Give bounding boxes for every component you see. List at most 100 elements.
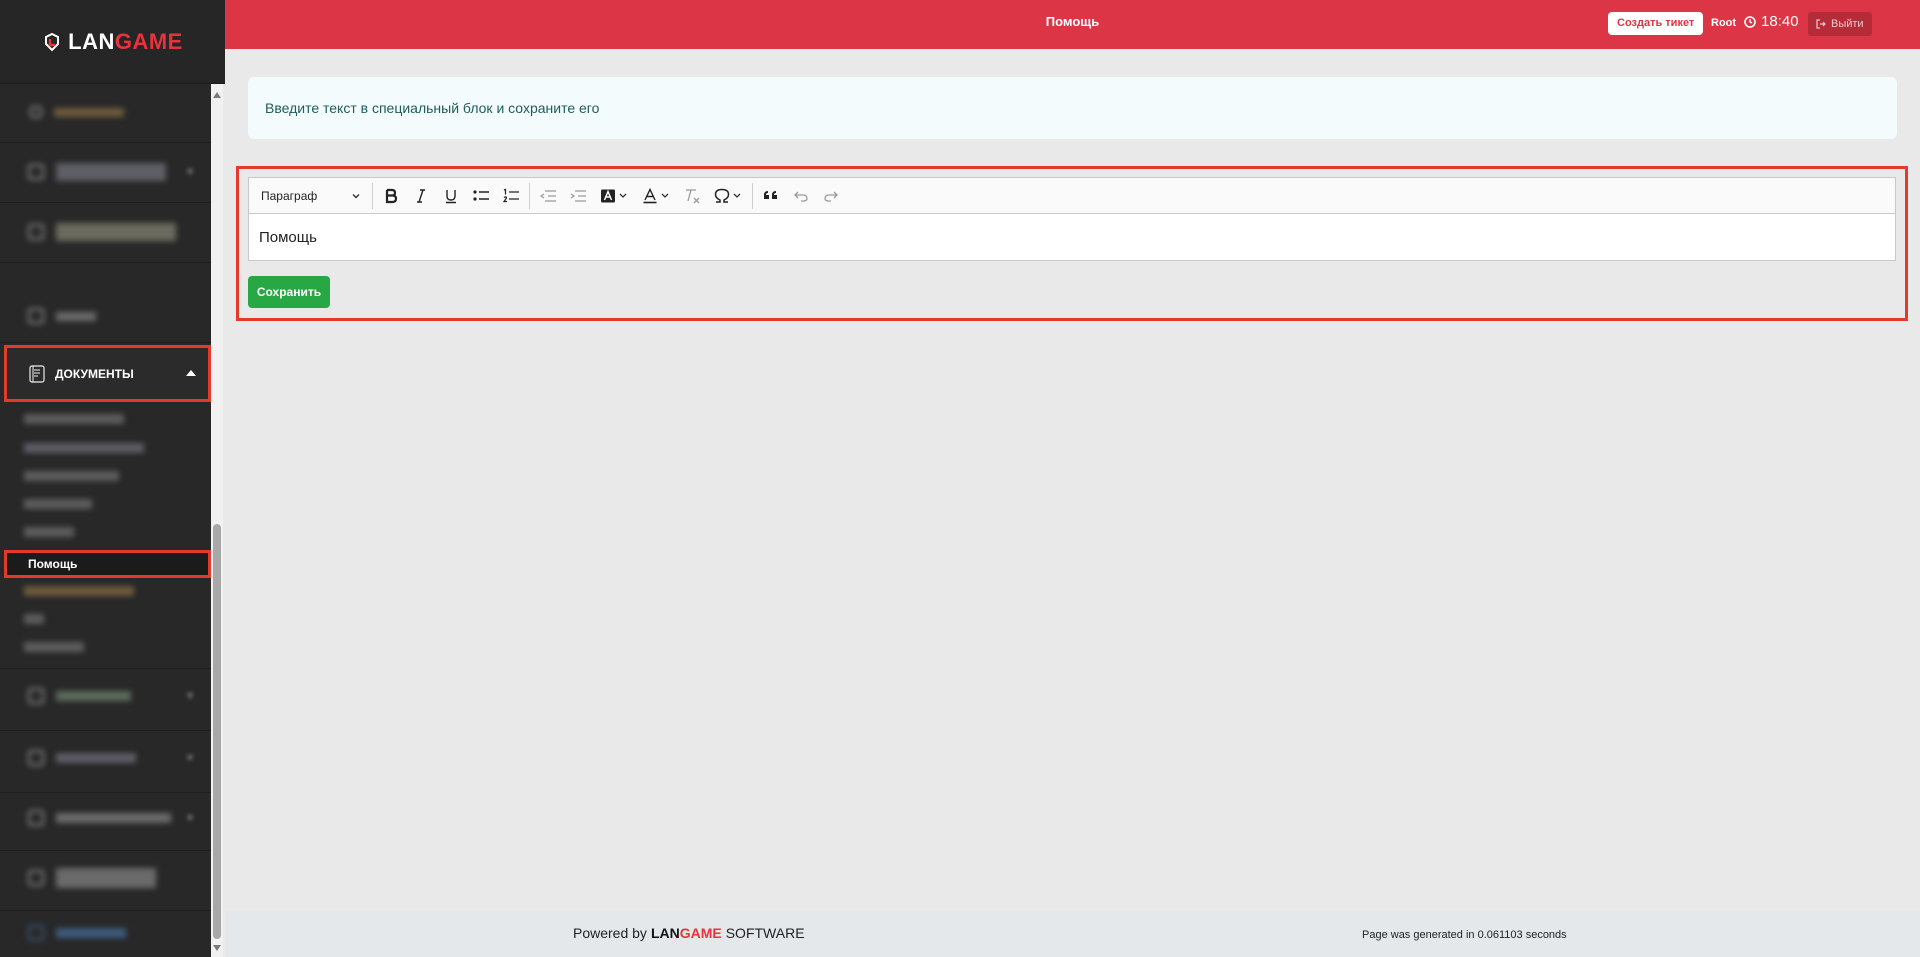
sidebar-divider bbox=[0, 910, 211, 911]
special-characters-button[interactable] bbox=[707, 181, 749, 211]
sidebar-subitem-help[interactable]: Помощь bbox=[4, 550, 211, 578]
chevron-icon: ▼ bbox=[185, 752, 195, 764]
blurred-label bbox=[56, 163, 166, 181]
sidebar-subitem-blurred[interactable] bbox=[24, 642, 84, 652]
logo-area: LAN GAME bbox=[0, 0, 225, 84]
scroll-up-icon[interactable] bbox=[213, 92, 221, 98]
powered-suffix: SOFTWARE bbox=[725, 925, 805, 941]
sidebar-subitem-blurred[interactable] bbox=[24, 443, 144, 453]
sidebar-divider bbox=[0, 668, 211, 669]
sidebar-subitem-blurred[interactable] bbox=[24, 414, 124, 424]
menu-icon bbox=[28, 925, 44, 941]
editor-block: Параграф Помощь Сохранить bbox=[236, 166, 1908, 321]
blurred-label bbox=[54, 107, 124, 117]
numbered-list-icon bbox=[502, 188, 519, 202]
indent-button[interactable] bbox=[563, 181, 593, 211]
bold-icon bbox=[385, 188, 398, 203]
sidebar-item-blurred[interactable]: ▼ bbox=[0, 678, 211, 714]
page-generation-time: Page was generated in 0.061103 seconds bbox=[1362, 929, 1567, 941]
app-logo[interactable]: LAN GAME bbox=[42, 29, 183, 55]
chevron-down-icon bbox=[352, 193, 360, 198]
sidebar-item-blurred[interactable]: ▼ bbox=[0, 154, 211, 190]
highlight-color-icon bbox=[601, 189, 627, 202]
powered-prefix: Powered by bbox=[573, 925, 647, 941]
document-icon bbox=[29, 364, 45, 383]
scroll-down-icon[interactable] bbox=[213, 945, 221, 951]
chevron-icon: ▼ bbox=[185, 690, 195, 702]
blurred-label bbox=[56, 753, 136, 763]
paragraph-format-select[interactable]: Параграф bbox=[249, 178, 369, 213]
sidebar-item-blurred[interactable]: ▼ bbox=[0, 740, 211, 776]
font-color-icon bbox=[643, 187, 669, 203]
save-button[interactable]: Сохранить bbox=[248, 276, 330, 308]
menu-icon bbox=[28, 308, 44, 324]
underline-button[interactable] bbox=[436, 181, 466, 211]
undo-button[interactable] bbox=[786, 181, 816, 211]
sidebar-subitem-label: Помощь bbox=[28, 557, 78, 571]
paragraph-format-label: Параграф bbox=[261, 188, 318, 203]
powered-by: Powered by LANGAME SOFTWARE bbox=[573, 925, 805, 941]
remove-format-icon bbox=[686, 188, 700, 203]
chevron-icon: ▼ bbox=[185, 166, 195, 178]
sidebar-item-blurred[interactable]: ▼ bbox=[0, 800, 211, 836]
sidebar-subitem-blurred[interactable] bbox=[24, 586, 134, 596]
menu-icon bbox=[28, 224, 44, 240]
menu-icon bbox=[30, 106, 42, 118]
italic-icon bbox=[417, 188, 425, 203]
clock-time: 18:40 bbox=[1761, 13, 1799, 30]
sidebar-item-blurred[interactable] bbox=[0, 214, 211, 250]
sidebar-item-blurred[interactable] bbox=[0, 918, 211, 948]
italic-button[interactable] bbox=[406, 181, 436, 211]
create-ticket-button[interactable]: Создать тикет bbox=[1608, 12, 1704, 35]
bulleted-list-icon bbox=[473, 189, 489, 201]
font-color-button[interactable] bbox=[635, 181, 677, 211]
sidebar: LAN GAME ▼ ▼ ▼ ▼ ДОКУМЕНТЫ Помощь bbox=[0, 0, 225, 957]
menu-icon bbox=[28, 810, 44, 826]
top-header: Помощь Создать тикет Root 18:40 Выйти bbox=[225, 0, 1920, 49]
sidebar-divider bbox=[0, 342, 211, 343]
indent-icon bbox=[570, 189, 586, 202]
toolbar-separator bbox=[372, 182, 373, 209]
sidebar-subitem-blurred[interactable] bbox=[24, 471, 119, 481]
redo-icon bbox=[824, 191, 838, 202]
sidebar-item-blurred[interactable] bbox=[0, 302, 211, 330]
scrollbar-thumb[interactable] bbox=[213, 524, 221, 939]
menu-icon bbox=[28, 750, 44, 766]
sidebar-subitem-blurred[interactable] bbox=[24, 527, 74, 537]
underline-icon bbox=[446, 189, 456, 203]
footer-brand-game: GAME bbox=[679, 925, 722, 941]
sidebar-divider bbox=[0, 262, 211, 263]
sidebar-subitem-blurred[interactable] bbox=[24, 499, 92, 509]
editor-text-area[interactable]: Помощь bbox=[248, 213, 1896, 261]
footer: Powered by LANGAME SOFTWARE Page was gen… bbox=[225, 911, 1920, 957]
clock-icon bbox=[1744, 15, 1756, 28]
omega-icon bbox=[714, 188, 741, 203]
menu-icon bbox=[28, 164, 44, 180]
sidebar-divider bbox=[0, 202, 211, 203]
sidebar-scrollbar[interactable] bbox=[211, 84, 223, 957]
toolbar-separator bbox=[752, 182, 753, 209]
logout-icon bbox=[1816, 19, 1826, 29]
bulleted-list-button[interactable] bbox=[466, 181, 496, 211]
bold-button[interactable] bbox=[376, 181, 406, 211]
sidebar-item-documents[interactable]: ДОКУМЕНТЫ bbox=[4, 345, 211, 402]
undo-icon bbox=[794, 191, 808, 202]
footer-brand[interactable]: LANGAME bbox=[651, 925, 722, 941]
outdent-button[interactable] bbox=[533, 181, 563, 211]
blurred-label bbox=[56, 223, 176, 241]
user-name[interactable]: Root bbox=[1711, 17, 1736, 29]
logo-text-lan: LAN bbox=[68, 28, 115, 54]
highlight-color-button[interactable] bbox=[593, 181, 635, 211]
remove-format-button[interactable] bbox=[677, 181, 707, 211]
info-alert: Введите текст в специальный блок и сохра… bbox=[248, 77, 1897, 139]
blockquote-button[interactable] bbox=[756, 181, 786, 211]
sidebar-item-blurred[interactable] bbox=[0, 856, 211, 900]
sidebar-item-blurred[interactable] bbox=[0, 100, 211, 124]
numbered-list-button[interactable] bbox=[496, 181, 526, 211]
sidebar-subitem-blurred[interactable] bbox=[24, 614, 44, 624]
footer-brand-lan: LAN bbox=[650, 925, 680, 941]
sidebar-menu: ▼ ▼ ▼ ▼ bbox=[0, 84, 211, 957]
clock: 18:40 bbox=[1744, 13, 1799, 30]
redo-button[interactable] bbox=[816, 181, 846, 211]
logout-button[interactable]: Выйти bbox=[1808, 12, 1872, 36]
